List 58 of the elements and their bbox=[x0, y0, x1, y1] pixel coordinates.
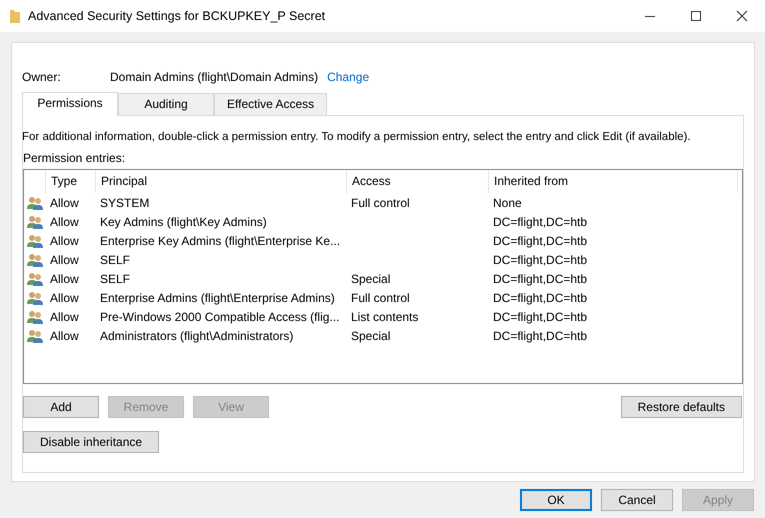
column-header[interactable]: Type bbox=[45, 170, 95, 193]
table-cell-text: Allow bbox=[49, 214, 80, 228]
users-icon bbox=[26, 328, 42, 342]
table-cell-text: Pre-Windows 2000 Compatible Access (flig... bbox=[99, 310, 340, 324]
table-cell: Full control bbox=[351, 290, 410, 304]
restore-defaults-button[interactable]: Restore defaults bbox=[620, 396, 742, 418]
folder-icon bbox=[10, 9, 20, 23]
column-header[interactable]: Principal bbox=[95, 170, 346, 193]
table-cell-text: Enterprise Key Admins (flight\Enterprise Ke... bbox=[99, 234, 342, 248]
users-icon bbox=[26, 214, 42, 228]
window-title: Advanced Security Settings for BCKUPKEY_P Secret bbox=[28, 9, 326, 23]
table-cell-text: Allow bbox=[49, 196, 80, 210]
table-cell-text: Allow bbox=[49, 310, 80, 324]
table-cell-text: Key Admins (flight\Key Admins) bbox=[99, 214, 268, 228]
table-cell-text: Allow bbox=[49, 252, 80, 266]
table-cell-text: DC=flight,DC=htb bbox=[492, 214, 588, 228]
table-cell-text: DC=flight,DC=htb bbox=[492, 290, 588, 304]
table-cell-text: None bbox=[492, 196, 523, 210]
users-icon bbox=[26, 310, 42, 324]
users-icon bbox=[26, 272, 42, 286]
maximize-icon[interactable] bbox=[690, 10, 702, 22]
column-header[interactable]: Inherited from bbox=[488, 170, 738, 193]
table-cell-text: DC=flight,DC=htb bbox=[492, 310, 588, 324]
table-cell-text: Administrators (flight\Administrators) bbox=[99, 328, 294, 342]
entry-button[interactable]: Add bbox=[23, 396, 99, 418]
table-cell-text: SELF bbox=[99, 272, 132, 286]
table-cell-text: DC=flight,DC=htb bbox=[492, 252, 588, 266]
disable-inheritance-button[interactable]: Disable inheritance bbox=[23, 431, 160, 453]
table-cell-text: Allow bbox=[49, 272, 80, 286]
table-cell: Special bbox=[351, 272, 390, 286]
tab[interactable]: Auditing bbox=[118, 93, 214, 115]
tab[interactable]: Effective Access bbox=[214, 93, 328, 115]
table-cell-text: DC=flight,DC=htb bbox=[492, 234, 588, 248]
table-cell-text: DC=flight,DC=htb bbox=[492, 272, 588, 286]
users-icon bbox=[26, 252, 42, 266]
users-icon bbox=[26, 196, 42, 210]
table-cell: Special bbox=[351, 328, 390, 342]
entries-label: Permission entries: bbox=[23, 151, 126, 165]
table-cell-text: SELF bbox=[99, 252, 132, 266]
dialog-button[interactable]: Cancel bbox=[601, 489, 673, 511]
users-icon bbox=[26, 290, 42, 304]
table-cell-text: Enterprise Admins (flight\Enterprise Admins) bbox=[99, 290, 336, 304]
users-icon bbox=[26, 234, 42, 248]
info-text: For additional information, double-click a permission entry. To modify a permission entry, select the entry and click Edit (if available). bbox=[22, 131, 692, 143]
change-link[interactable]: Change bbox=[327, 70, 370, 84]
owner-value: Domain Admins (flight\Domain Admins) bbox=[110, 70, 318, 84]
column-header[interactable]: Access bbox=[346, 170, 488, 193]
table-cell-text: Allow bbox=[49, 234, 80, 248]
owner-label: Owner: bbox=[22, 70, 62, 84]
table-cell: List contents bbox=[351, 310, 418, 324]
table-cell-text: DC=flight,DC=htb bbox=[492, 328, 588, 342]
table-cell-text: SYSTEM bbox=[99, 196, 150, 210]
table-cell: Full control bbox=[351, 196, 410, 210]
table-cell-text: Allow bbox=[49, 290, 80, 304]
tab[interactable]: Permissions bbox=[22, 92, 118, 116]
table-cell-text: Allow bbox=[49, 328, 80, 342]
dialog-button[interactable]: OK bbox=[520, 489, 592, 511]
close-icon[interactable] bbox=[736, 10, 748, 22]
